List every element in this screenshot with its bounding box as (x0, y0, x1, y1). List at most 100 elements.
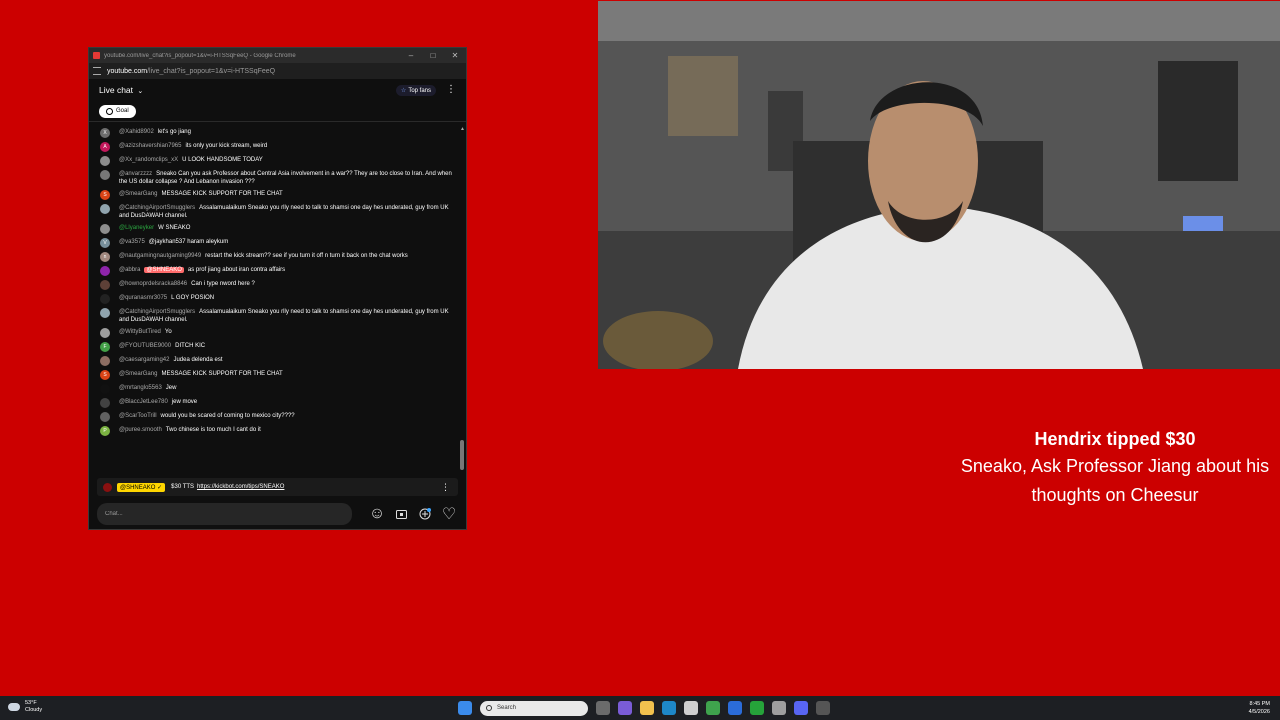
copilot-icon[interactable] (618, 701, 632, 715)
message-author[interactable]: @nautgamingnautgaming9949 (119, 253, 201, 259)
avatar[interactable] (100, 356, 110, 366)
avatar[interactable] (100, 224, 110, 234)
chat-scrollbar[interactable]: ▲ (460, 126, 465, 472)
like-button[interactable]: ♡ (442, 506, 456, 523)
avatar[interactable]: S (100, 370, 110, 380)
avatar[interactable] (100, 412, 110, 422)
chat-message[interactable]: V @va3575 @jaykhan537 haram aleykum (89, 236, 466, 250)
avatar[interactable] (100, 170, 110, 180)
pinned-menu-icon[interactable]: ⋮ (441, 482, 450, 493)
avatar[interactable]: n (100, 252, 110, 262)
chat-message-list[interactable]: ▲ X @Xahid8902 let's go jiang A @azizshavers… (89, 122, 466, 478)
message-author[interactable]: @abbra (119, 267, 140, 273)
task-view-icon[interactable] (596, 701, 610, 715)
message-author[interactable]: @Xahid8902 (119, 129, 154, 135)
windows-start-icon[interactable] (458, 701, 472, 715)
message-author[interactable]: @mrtanglo5563 (119, 385, 162, 391)
discord-icon[interactable] (794, 701, 808, 715)
chat-message[interactable]: @ScarTooTrill would you be scared of comi… (89, 410, 466, 424)
chat-message[interactable]: @WittyButTired Yo (89, 326, 466, 340)
message-author[interactable]: @hownoprdelsracka8846 (119, 281, 187, 287)
chrome-icon[interactable] (706, 701, 720, 715)
weather-widget[interactable]: 53°F Cloudy (8, 700, 42, 714)
avatar[interactable]: A (100, 142, 110, 152)
message-author[interactable]: @ScarTooTrill (119, 413, 157, 419)
site-info-icon[interactable] (93, 67, 101, 75)
app-icon-2[interactable] (772, 701, 786, 715)
message-author[interactable]: @puree.smooth (119, 427, 162, 433)
obs-icon[interactable] (816, 701, 830, 715)
avatar[interactable] (100, 384, 110, 394)
message-author[interactable]: @SmearGang (119, 371, 157, 377)
avatar[interactable] (100, 308, 110, 318)
message-author[interactable]: @SmearGang (119, 191, 157, 197)
store-icon[interactable] (684, 701, 698, 715)
chat-message[interactable]: @caesargaming42 Judea delenda est (89, 354, 466, 368)
chat-message[interactable]: @mrtanglo5563 Jew (89, 382, 466, 396)
message-author[interactable]: @BlaccJetLee780 (119, 399, 168, 405)
avatar[interactable] (100, 280, 110, 290)
message-author[interactable]: @caesargaming42 (119, 357, 169, 363)
live-chat-dropdown[interactable]: Live chat ⌄ (99, 85, 396, 95)
pinned-message[interactable]: @SHNEAKO ✓ $30 TTS https://kickbot.com/t… (97, 478, 458, 496)
message-author[interactable]: @FYOUTUBE9000 (119, 343, 171, 349)
chat-message[interactable]: P @puree.smooth Two chinese is too much I … (89, 424, 466, 438)
avatar[interactable]: F (100, 342, 110, 352)
emoji-button[interactable]: ☺ (369, 505, 385, 522)
message-author[interactable]: @CatchingAirportSmugglers (119, 309, 195, 315)
chat-message[interactable]: @Xx_randomclips_xX U LOOK HANDSOME TODAY (89, 154, 466, 168)
pinned-link[interactable]: https://kickbot.com/tips/SNEAKO (197, 484, 284, 490)
avatar[interactable]: X (100, 128, 110, 138)
scroll-up-icon[interactable]: ▲ (460, 126, 465, 132)
avatar[interactable] (100, 294, 110, 304)
chat-message[interactable]: @BlaccJetLee780 jew move (89, 396, 466, 410)
chat-message[interactable]: @CatchingAirportSmugglers Assalamualaikum… (89, 306, 466, 326)
message-author[interactable]: @Llyaneyker (119, 225, 154, 231)
avatar[interactable]: P (100, 426, 110, 436)
edge-icon[interactable] (662, 701, 676, 715)
message-author[interactable]: @anvarzzzz (119, 171, 152, 177)
minimize-button[interactable]: – (400, 51, 422, 60)
app-icon[interactable] (728, 701, 742, 715)
chat-message[interactable]: @abbra @SHNEAKO as prof jiang about iran c… (89, 264, 466, 278)
xbox-icon[interactable] (750, 701, 764, 715)
chat-message[interactable]: S @SmearGang MESSAGE KICK SUPPORT FOR THE … (89, 188, 466, 202)
message-author[interactable]: @azizshavershian7965 (119, 143, 181, 149)
taskbar-search[interactable]: Search (480, 700, 588, 716)
message-author[interactable]: @va3575 (119, 239, 145, 245)
avatar[interactable] (100, 204, 110, 214)
chat-message[interactable]: X @Xahid8902 let's go jiang (89, 126, 466, 140)
chat-message[interactable]: @CatchingAirportSmugglers Assalamualaikum… (89, 202, 466, 222)
chat-message[interactable]: F @FYOUTUBE9000 DITCH KIC (89, 340, 466, 354)
goal-button[interactable]: Goal (99, 104, 136, 118)
chat-message[interactable]: @quranasmr3075 L GOY POSION (89, 292, 466, 306)
avatar[interactable] (100, 398, 110, 408)
scroll-thumb[interactable] (460, 440, 464, 470)
chat-message[interactable]: @hownoprdelsracka8846 Can i type nword he… (89, 278, 466, 292)
chat-message[interactable]: A @azizshavershian7965 its only your kick … (89, 140, 466, 154)
maximize-button[interactable]: □ (422, 51, 444, 60)
avatar[interactable] (100, 328, 110, 338)
avatar[interactable] (100, 266, 110, 276)
chat-menu-icon[interactable]: ⋮ (446, 85, 456, 95)
avatar[interactable] (100, 156, 110, 166)
message-author[interactable]: @quranasmr3075 (119, 295, 167, 301)
message-author[interactable]: @WittyButTired (119, 329, 161, 335)
chat-message[interactable]: @anvarzzzz Sneako Can you ask Professor a… (89, 168, 466, 188)
top-fans-button[interactable]: ☆ Top fans (395, 84, 436, 96)
close-button[interactable]: ✕ (444, 51, 466, 60)
message-text: let's go jiang (157, 129, 191, 135)
chat-message[interactable]: @Llyaneyker W SNEAKO (89, 222, 466, 236)
chat-message[interactable]: n @nautgamingnautgaming9949 restart the ki… (89, 250, 466, 264)
superchat-button[interactable] (394, 507, 408, 521)
message-author[interactable]: @CatchingAirportSmugglers (119, 205, 195, 211)
avatar[interactable]: S (100, 190, 110, 200)
chat-message[interactable]: S @SmearGang MESSAGE KICK SUPPORT FOR THE … (89, 368, 466, 382)
taskbar-clock[interactable]: 8:45 PM 4/5/2026 (1249, 700, 1270, 716)
message-author[interactable]: @Xx_randomclips_xX (119, 157, 178, 163)
gift-button[interactable] (418, 507, 432, 521)
avatar[interactable]: V (100, 238, 110, 248)
file-explorer-icon[interactable] (640, 701, 654, 715)
address-bar[interactable]: youtube.com/live_chat?is_popout=1&v=i-HT… (89, 63, 466, 79)
chat-input[interactable] (97, 503, 352, 525)
